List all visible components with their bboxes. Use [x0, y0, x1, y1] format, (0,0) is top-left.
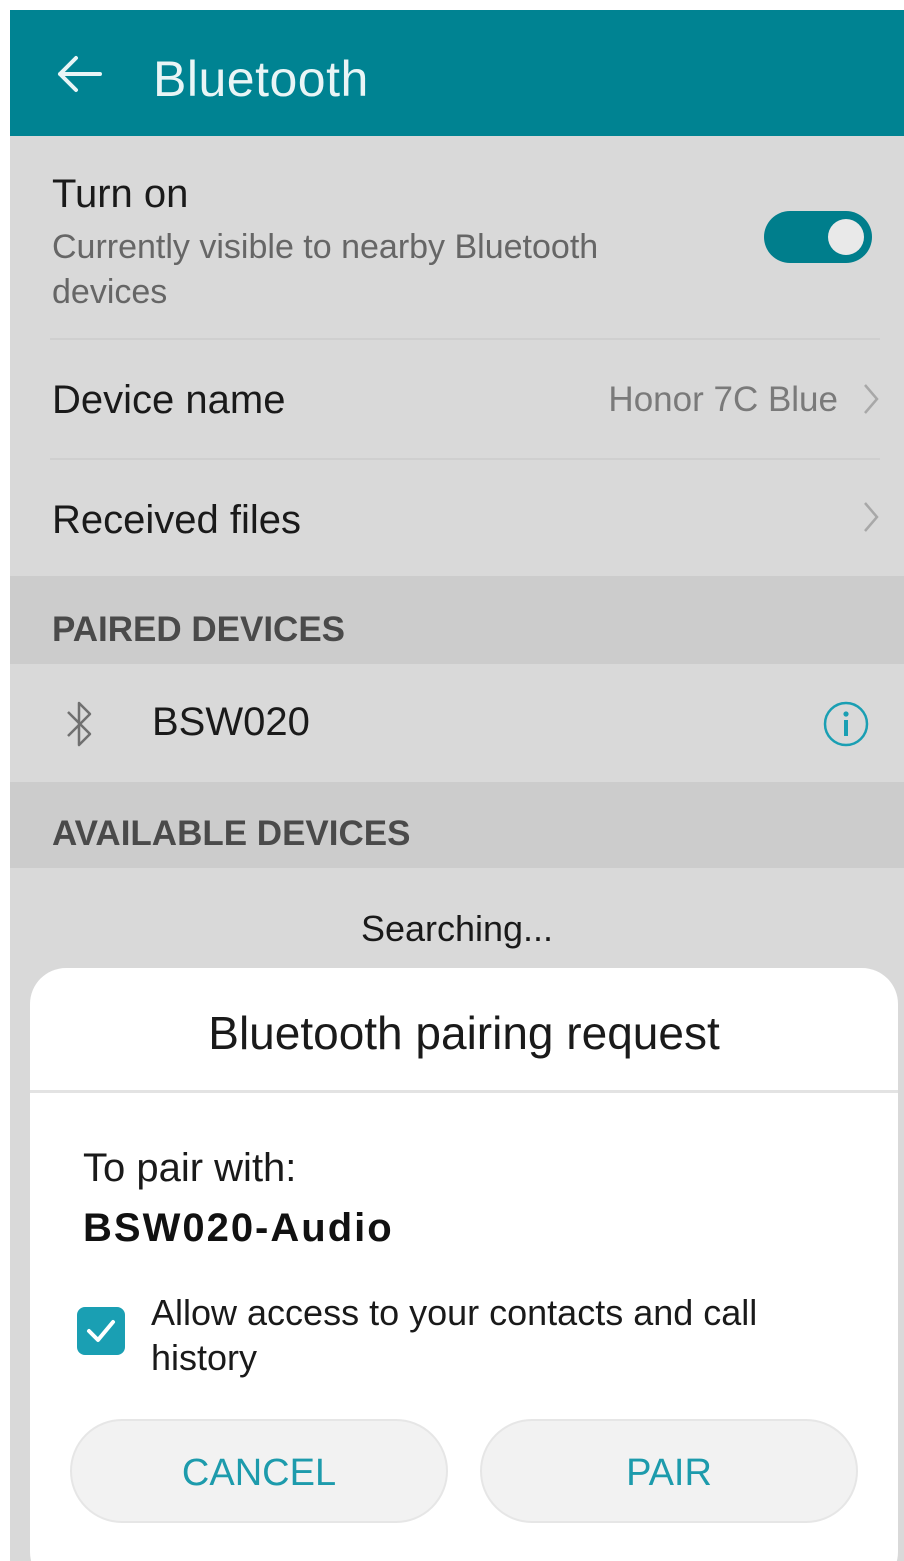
received-files-row[interactable]: Received files — [10, 460, 904, 576]
allow-access-label-line1: Allow access to your contacts and call — [151, 1292, 758, 1333]
dialog-title: Bluetooth pairing request — [208, 1007, 720, 1059]
dialog-divider — [30, 1090, 898, 1093]
info-icon[interactable] — [822, 700, 870, 748]
visibility-description-cont: devices — [52, 273, 168, 311]
searching-status: Searching... — [360, 908, 554, 949]
pairing-dialog: Bluetooth pairing request To pair with: … — [30, 968, 898, 1561]
paired-device-name: BSW020 — [152, 700, 310, 744]
device-name-row[interactable]: Device name Honor 7C Blue — [10, 340, 904, 458]
bluetooth-toggle[interactable] — [764, 211, 872, 263]
chevron-right-icon — [864, 384, 879, 414]
available-devices-title: AVAILABLE DEVICES — [52, 814, 411, 853]
allow-access-label-line2: history — [151, 1337, 258, 1378]
turn-on-label: Turn on — [52, 172, 189, 216]
pair-with-label: To pair with: — [83, 1146, 297, 1190]
paired-devices-title: PAIRED DEVICES — [52, 610, 346, 649]
received-files-label: Received files — [52, 498, 302, 542]
screen: Bluetooth Turn on Currently visible to n… — [10, 10, 904, 1561]
checkmark-icon — [87, 1320, 115, 1342]
chevron-right-icon — [864, 502, 879, 532]
pair-button[interactable]: PAIR — [480, 1419, 858, 1523]
back-arrow-icon[interactable] — [54, 54, 104, 94]
pair-device-name: BSW020-Audio — [83, 1206, 394, 1250]
device-name-value: Honor 7C Blue — [608, 380, 838, 419]
visibility-description: Currently visible to nearby Bluetooth — [52, 228, 599, 266]
allow-access-checkbox[interactable] — [77, 1307, 125, 1355]
app-bar: Bluetooth — [10, 10, 904, 136]
page-title: Bluetooth — [153, 51, 369, 107]
paired-devices-header: PAIRED DEVICES — [10, 576, 904, 664]
available-devices-header: AVAILABLE DEVICES — [10, 782, 904, 868]
paired-device-row[interactable]: BSW020 — [10, 664, 904, 782]
bluetooth-icon — [67, 701, 92, 747]
allow-access-label[interactable]: Allow access to your contacts and call h… — [151, 1290, 851, 1380]
cancel-button[interactable]: CANCEL — [70, 1419, 448, 1523]
toggle-knob — [828, 219, 864, 255]
device-name-label: Device name — [52, 378, 286, 422]
